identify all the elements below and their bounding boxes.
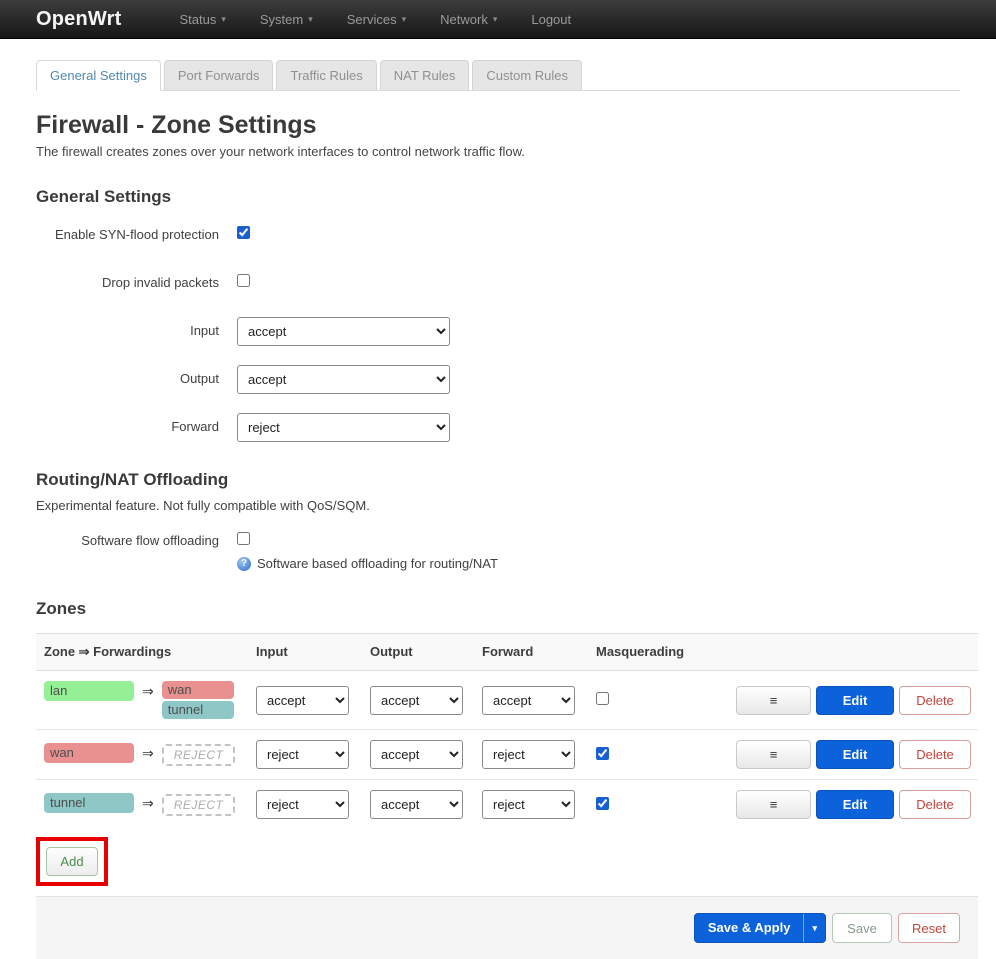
nav-item-network[interactable]: Network ▾ bbox=[440, 12, 497, 27]
nav-item-status[interactable]: Status ▾ bbox=[179, 12, 225, 27]
col-input: Input bbox=[256, 644, 370, 660]
reject-placeholder: REJECT bbox=[162, 744, 236, 766]
forwarding-badge-wan: wan bbox=[162, 681, 234, 699]
wan-delete-button[interactable]: Delete bbox=[899, 740, 971, 769]
syn-flood-label: Enable SYN-flood protection bbox=[36, 221, 219, 242]
lan-drag-handle[interactable]: ≡ bbox=[736, 686, 811, 715]
wan-output-select[interactable]: accept bbox=[370, 740, 463, 769]
add-zone-button[interactable]: Add bbox=[46, 847, 98, 876]
firewall-tabs: General Settings Port Forwards Traffic R… bbox=[36, 60, 960, 91]
zone-row-lan: lan ⇒ wan tunnel accept accept accept ≡ … bbox=[36, 671, 978, 730]
forward-policy-row: Forward reject bbox=[36, 413, 960, 442]
flow-offloading-hint: ? Software based offloading for routing/… bbox=[237, 550, 960, 571]
flow-offloading-label: Software flow offloading bbox=[36, 527, 219, 548]
flow-offloading-checkbox[interactable] bbox=[237, 532, 250, 545]
tunnel-edit-button[interactable]: Edit bbox=[816, 790, 894, 819]
lan-input-select[interactable]: accept bbox=[256, 686, 349, 715]
forward-arrow: ⇒ bbox=[142, 743, 154, 762]
tunnel-forward-select[interactable]: reject bbox=[482, 790, 575, 819]
tab-port-forwards[interactable]: Port Forwards bbox=[164, 60, 274, 90]
chevron-down-icon: ▾ bbox=[402, 14, 407, 25]
forward-arrow: ⇒ bbox=[142, 681, 154, 700]
forward-arrow: ⇒ bbox=[142, 793, 154, 812]
drop-invalid-row: Drop invalid packets bbox=[36, 269, 960, 298]
output-policy-select[interactable]: accept bbox=[237, 365, 450, 394]
zones-heading: Zones bbox=[36, 599, 960, 619]
col-output: Output bbox=[370, 644, 482, 660]
reset-button[interactable]: Reset bbox=[898, 913, 960, 943]
zone-badge-lan: lan bbox=[44, 681, 134, 701]
wan-input-select[interactable]: reject bbox=[256, 740, 349, 769]
forward-policy-select[interactable]: reject bbox=[237, 413, 450, 442]
lan-edit-button[interactable]: Edit bbox=[816, 686, 894, 715]
tunnel-input-select[interactable]: reject bbox=[256, 790, 349, 819]
top-navbar: OpenWrt Status ▾ System ▾ Services ▾ Net… bbox=[0, 0, 996, 39]
nav-item-system[interactable]: System ▾ bbox=[260, 12, 313, 27]
wan-masquerading-checkbox[interactable] bbox=[596, 747, 609, 760]
forwarding-badge-tunnel: tunnel bbox=[162, 701, 234, 719]
tab-custom-rules[interactable]: Custom Rules bbox=[472, 60, 582, 90]
page-title: Firewall - Zone Settings bbox=[36, 111, 960, 140]
wan-edit-button[interactable]: Edit bbox=[816, 740, 894, 769]
col-masquerading: Masquerading bbox=[596, 644, 736, 660]
chevron-down-icon: ▾ bbox=[493, 14, 498, 25]
tab-traffic-rules[interactable]: Traffic Rules bbox=[276, 60, 376, 90]
save-apply-button[interactable]: Save & Apply ▾ bbox=[694, 913, 826, 943]
wan-drag-handle[interactable]: ≡ bbox=[736, 740, 811, 769]
lan-forward-select[interactable]: accept bbox=[482, 686, 575, 715]
general-settings-heading: General Settings bbox=[36, 187, 960, 207]
output-policy-row: Output accept bbox=[36, 365, 960, 394]
offloading-description: Experimental feature. Not fully compatib… bbox=[36, 498, 960, 513]
lan-masquerading-checkbox[interactable] bbox=[596, 692, 609, 705]
col-zone-forwardings: Zone ⇒ Forwardings bbox=[44, 644, 256, 660]
zones-table-header: Zone ⇒ Forwardings Input Output Forward … bbox=[36, 633, 978, 671]
add-button-highlight: Add bbox=[36, 837, 108, 886]
tunnel-drag-handle[interactable]: ≡ bbox=[736, 790, 811, 819]
input-policy-select[interactable]: accept bbox=[237, 317, 450, 346]
tunnel-output-select[interactable]: accept bbox=[370, 790, 463, 819]
tunnel-delete-button[interactable]: Delete bbox=[899, 790, 971, 819]
footer-action-bar: Save & Apply ▾ Save Reset bbox=[36, 896, 978, 959]
nav-item-services[interactable]: Services ▾ bbox=[347, 12, 406, 27]
zone-badge-wan: wan bbox=[44, 743, 134, 763]
output-policy-label: Output bbox=[36, 365, 219, 386]
offloading-heading: Routing/NAT Offloading bbox=[36, 470, 960, 490]
save-button[interactable]: Save bbox=[832, 913, 892, 943]
zone-badge-tunnel: tunnel bbox=[44, 793, 134, 813]
chevron-down-icon: ▾ bbox=[803, 914, 825, 942]
wan-forward-select[interactable]: reject bbox=[482, 740, 575, 769]
nav-item-logout[interactable]: Logout bbox=[531, 12, 571, 27]
zone-row-tunnel: tunnel ⇒ REJECT reject accept reject ≡ E… bbox=[36, 780, 978, 829]
syn-flood-row: Enable SYN-flood protection bbox=[36, 221, 960, 250]
drop-invalid-label: Drop invalid packets bbox=[36, 269, 219, 290]
input-policy-row: Input accept bbox=[36, 317, 960, 346]
drop-invalid-checkbox[interactable] bbox=[237, 274, 250, 287]
tunnel-masquerading-checkbox[interactable] bbox=[596, 797, 609, 810]
input-policy-label: Input bbox=[36, 317, 219, 338]
zones-table: Zone ⇒ Forwardings Input Output Forward … bbox=[36, 633, 978, 829]
tab-nat-rules[interactable]: NAT Rules bbox=[380, 60, 470, 90]
col-forward: Forward bbox=[482, 644, 596, 660]
lan-delete-button[interactable]: Delete bbox=[899, 686, 971, 715]
tab-general-settings[interactable]: General Settings bbox=[36, 60, 161, 91]
reject-placeholder: REJECT bbox=[162, 794, 236, 816]
chevron-down-icon: ▾ bbox=[308, 14, 313, 25]
page-subtitle: The firewall creates zones over your net… bbox=[36, 144, 960, 159]
nav-menu: Status ▾ System ▾ Services ▾ Network ▾ L… bbox=[179, 12, 571, 27]
syn-flood-checkbox[interactable] bbox=[237, 226, 250, 239]
openwrt-logo: OpenWrt bbox=[36, 8, 121, 31]
zone-row-wan: wan ⇒ REJECT reject accept reject ≡ Edit… bbox=[36, 730, 978, 780]
forward-policy-label: Forward bbox=[36, 413, 219, 434]
help-icon: ? bbox=[237, 557, 251, 571]
lan-output-select[interactable]: accept bbox=[370, 686, 463, 715]
flow-offloading-hint-text: Software based offloading for routing/NA… bbox=[257, 556, 498, 571]
chevron-down-icon: ▾ bbox=[221, 14, 226, 25]
